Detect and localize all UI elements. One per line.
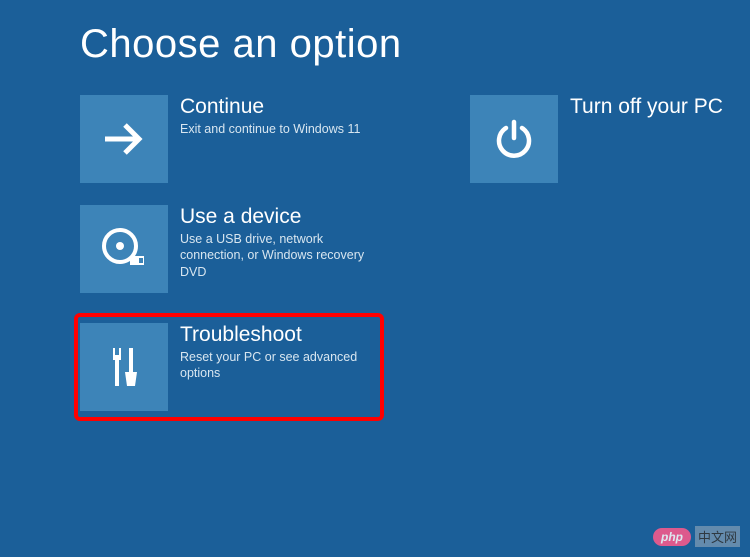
- turn-off-title: Turn off your PC: [570, 95, 723, 118]
- watermark-badge: php: [653, 528, 691, 546]
- continue-desc: Exit and continue to Windows 11: [180, 121, 360, 137]
- use-device-option[interactable]: Use a device Use a USB drive, network co…: [80, 205, 390, 293]
- troubleshoot-title: Troubleshoot: [180, 323, 374, 346]
- use-device-desc: Use a USB drive, network connection, or …: [180, 231, 390, 280]
- turn-off-option[interactable]: Turn off your PC: [470, 95, 750, 183]
- options-grid: Continue Exit and continue to Windows 11…: [80, 95, 670, 421]
- options-column-left: Continue Exit and continue to Windows 11…: [80, 95, 390, 421]
- continue-title: Continue: [180, 95, 360, 118]
- options-column-right: Turn off your PC: [470, 95, 750, 421]
- troubleshoot-desc: Reset your PC or see advanced options: [180, 349, 374, 382]
- disc-usb-icon: [80, 205, 168, 293]
- watermark-label: 中文网: [695, 526, 740, 547]
- page-title: Choose an option: [80, 22, 670, 67]
- watermark: php 中文网: [653, 526, 740, 547]
- troubleshoot-option[interactable]: Troubleshoot Reset your PC or see advanc…: [74, 313, 384, 421]
- power-icon: [470, 95, 558, 183]
- arrow-right-icon: [80, 95, 168, 183]
- use-device-title: Use a device: [180, 205, 390, 228]
- continue-option[interactable]: Continue Exit and continue to Windows 11: [80, 95, 390, 183]
- tools-icon: [80, 323, 168, 411]
